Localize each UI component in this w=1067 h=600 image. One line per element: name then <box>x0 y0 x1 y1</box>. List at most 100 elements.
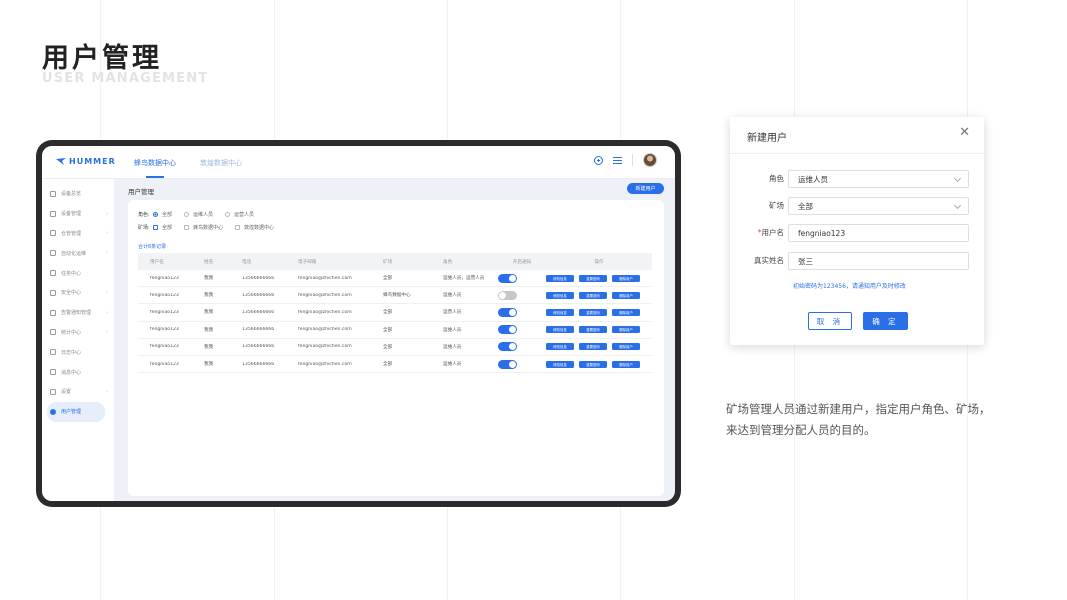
sidebar-item-tasks[interactable]: 任务中心 <box>42 263 114 283</box>
reset-password-button[interactable]: 重置密码 <box>579 360 607 368</box>
notify-toggle[interactable] <box>498 325 517 335</box>
chart-icon <box>50 329 56 336</box>
checkbox-checked[interactable] <box>153 225 158 230</box>
new-user-button[interactable]: 新建用户 <box>627 183 664 194</box>
edit-info-button[interactable]: 修改信息 <box>546 360 574 368</box>
cell-username: fengniao123 <box>150 344 179 350</box>
plus-circle-icon[interactable] <box>594 155 603 165</box>
sidebar-item-security[interactable]: 安全中心 › <box>42 283 114 303</box>
col-phone: 电话 <box>242 259 252 265</box>
sidebar-item-alerts[interactable]: 告警通知管理 › <box>42 303 114 323</box>
edit-info-button[interactable]: 修改信息 <box>546 308 574 316</box>
username-input[interactable]: fengniao123 <box>788 224 969 242</box>
form-row-site: 矿场 全部 <box>730 197 984 215</box>
role-option-all[interactable]: 全部 <box>153 211 172 218</box>
chevron-right-icon: › <box>106 388 108 395</box>
form-row-username: *用户名 fengniao123 <box>730 224 984 242</box>
chevron-right-icon: › <box>106 210 108 217</box>
divider <box>632 154 633 166</box>
chevron-right-icon: › <box>106 329 108 336</box>
radio-checked[interactable] <box>153 212 158 217</box>
cancel-button[interactable]: 取 消 <box>808 312 852 330</box>
edit-info-button[interactable]: 修改信息 <box>546 291 574 299</box>
reset-password-button[interactable]: 重置密码 <box>579 274 607 282</box>
delete-user-button[interactable]: 删除用户 <box>612 308 640 316</box>
form-row-realname: 真实姓名 张三 <box>730 252 984 270</box>
cell-email: fengniao@zhichen.com <box>298 275 352 281</box>
reset-password-button[interactable]: 重置密码 <box>579 308 607 316</box>
reset-password-button[interactable]: 重置密码 <box>579 343 607 351</box>
cell-actions: 修改信息 重置密码 删除用户 <box>546 274 652 282</box>
site-select[interactable]: 全部 <box>788 197 969 215</box>
cell-phone: 13566666666 <box>242 275 275 281</box>
sidebar-item-warehouse[interactable]: 仓管管理 › <box>42 224 114 244</box>
tab-dunhuang[interactable]: 敦煌数据中心 <box>200 158 242 168</box>
checkbox[interactable] <box>235 225 241 230</box>
cell-email: fengniao@zhichen.com <box>298 361 352 367</box>
cell-phone: 13566666666 <box>242 344 275 350</box>
alert-icon <box>50 309 56 316</box>
cell-email: fengniao@zhichen.com <box>298 309 352 315</box>
notify-toggle[interactable] <box>498 342 517 352</box>
role-option-operations[interactable]: 运营人员 <box>225 211 254 218</box>
automation-icon <box>50 250 56 257</box>
delete-user-button[interactable]: 删除用户 <box>612 291 640 299</box>
sidebar-item-settings[interactable]: 设置 › <box>42 382 114 402</box>
sidebar-item-statistics[interactable]: 统计中心 › <box>42 323 114 343</box>
reset-password-button[interactable]: 重置密码 <box>579 326 607 334</box>
cell-role: 运营人员 <box>443 310 462 316</box>
sidebar-item-logs[interactable]: 日志中心 <box>42 342 114 362</box>
radio[interactable] <box>225 212 231 217</box>
edit-info-button[interactable]: 修改信息 <box>546 343 574 351</box>
site-option-fengniao[interactable]: 蜂鸟数据中心 <box>184 224 223 231</box>
top-icons <box>594 153 657 167</box>
delete-user-button[interactable]: 删除用户 <box>612 343 640 351</box>
password-hint: 初始密码为123456，请通知用户及时修改 <box>793 283 906 290</box>
sidebar-item-users[interactable]: 用户管理 <box>47 401 105 422</box>
notify-toggle[interactable] <box>498 359 517 369</box>
close-icon[interactable]: ✕ <box>959 126 970 139</box>
role-select[interactable]: 运维人员 <box>788 170 969 188</box>
sidebar-item-messages[interactable]: 消息中心 <box>42 362 114 382</box>
edit-info-button[interactable]: 修改信息 <box>546 326 574 334</box>
delete-user-button[interactable]: 删除用户 <box>612 274 640 282</box>
cell-actions: 修改信息 重置密码 删除用户 <box>546 308 652 316</box>
sidebar-item-automation[interactable]: 自动化运维 › <box>42 243 114 263</box>
table-row: fengniao123 我我 13566666666 fengniao@zhichen… <box>138 304 652 322</box>
cell-email: fengniao@zhichen.com <box>298 327 352 333</box>
dialog-title: 新建用户 <box>747 133 787 144</box>
cell-name: 我我 <box>204 310 214 316</box>
cell-role: 运维人员 <box>443 344 462 350</box>
sidebar-item-device-overview[interactable]: 设备总览 <box>42 184 114 204</box>
reset-password-button[interactable]: 重置密码 <box>579 291 607 299</box>
tab-fengniao[interactable]: 蜂鸟数据中心 <box>134 158 176 178</box>
list-icon[interactable] <box>613 156 622 164</box>
checkbox[interactable] <box>184 225 190 230</box>
site-option-all[interactable]: 全部 <box>153 224 172 231</box>
sidebar-item-device-management[interactable]: 设备管理 › <box>42 204 114 224</box>
table-row: fengniao123 我我 13566666666 fengniao@zhichen… <box>138 287 652 305</box>
cell-username: fengniao123 <box>150 361 179 367</box>
app-screen: HUMMER 蜂鸟数据中心 敦煌数据中心 设备总览 设备管理 › 仓管管理 › 自动… <box>42 146 675 501</box>
cell-name: 我我 <box>204 362 214 368</box>
realname-input[interactable]: 张三 <box>788 252 969 270</box>
delete-user-button[interactable]: 删除用户 <box>612 360 640 368</box>
top-bar: HUMMER 蜂鸟数据中心 敦煌数据中心 <box>42 146 675 179</box>
cell-notify <box>498 325 546 335</box>
app-logo[interactable]: HUMMER <box>56 157 116 166</box>
edit-info-button[interactable]: 修改信息 <box>546 274 574 282</box>
radio[interactable] <box>184 212 190 217</box>
confirm-button[interactable]: 确 定 <box>863 312 908 330</box>
notify-toggle[interactable] <box>498 307 517 317</box>
role-option-ops[interactable]: 运维人员 <box>184 211 213 218</box>
description-line-1: 矿场管理人员通过新建用户，指定用户角色、矿场， <box>726 402 991 416</box>
col-username: 用户名 <box>150 259 164 265</box>
delete-user-button[interactable]: 删除用户 <box>612 326 640 334</box>
table-row: fengniao123 我我 13566666666 fengniao@zhichen… <box>138 322 652 339</box>
notify-toggle[interactable] <box>498 273 517 283</box>
bird-logo-icon <box>56 157 66 165</box>
avatar[interactable] <box>643 153 657 167</box>
notify-toggle[interactable] <box>498 290 517 300</box>
cell-role: 运维人员 <box>443 362 462 368</box>
site-option-dunhuang[interactable]: 敦煌数据中心 <box>235 224 274 231</box>
